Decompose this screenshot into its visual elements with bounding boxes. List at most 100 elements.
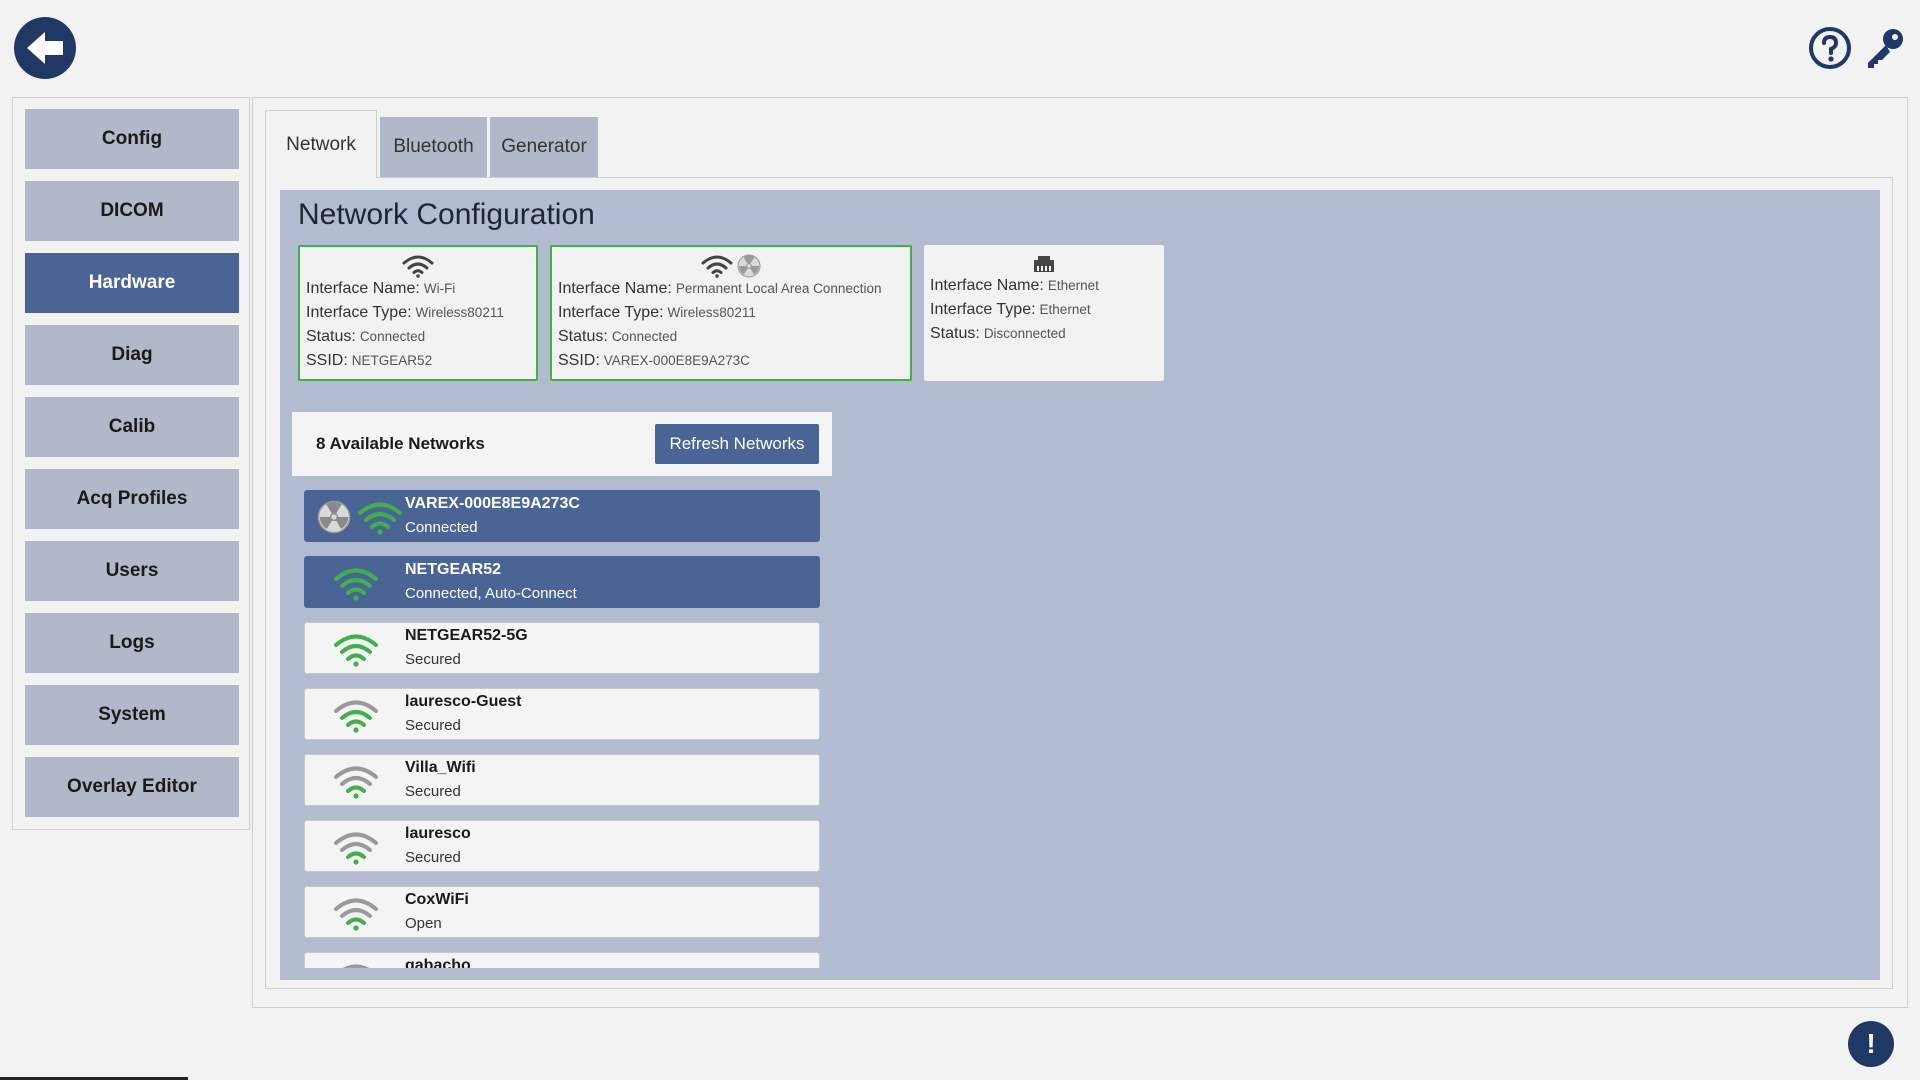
status-label: Status: [930, 325, 980, 342]
sidebar-item-system[interactable]: System [25, 685, 239, 745]
ssid-value: VAREX-000E8E9A273C [603, 353, 750, 368]
tab-label: Bluetooth [393, 136, 474, 157]
network-item[interactable]: Villa_Wifi Secured [304, 754, 820, 806]
status-label: Status: [558, 328, 608, 345]
interface-name-value: Ethernet [1047, 278, 1099, 293]
interface-type-label: Interface Type: [930, 301, 1036, 318]
sidebar-item-hardware[interactable]: Hardware [25, 253, 239, 313]
sidebar-item-label: Hardware [88, 272, 176, 293]
key-icon [1868, 29, 1903, 68]
sidebar-item-label: Acq Profiles [76, 488, 188, 509]
interface-name-label: Interface Name: [930, 277, 1044, 294]
wifi-signal-icon [334, 898, 378, 931]
network-item[interactable]: CoxWiFi Open [304, 886, 820, 938]
network-name: NETGEAR52 [405, 561, 502, 578]
interface-type-value: Wireless80211 [415, 305, 504, 320]
wifi-signal-icon [334, 700, 378, 733]
sidebar-item-label: Logs [109, 632, 155, 653]
ssid-label: SSID: [306, 352, 348, 369]
refresh-networks-button[interactable]: Refresh Networks [655, 424, 819, 464]
interface-card-ethernet: Interface Name: Ethernet Interface Type: E… [924, 245, 1164, 381]
interface-card-wifi: Interface Name: Wi-Fi Interface Type: Wire… [298, 245, 538, 381]
status-label: Status: [306, 328, 356, 345]
network-item[interactable]: NETGEAR52-5G Secured [304, 622, 820, 674]
help-button[interactable] [1808, 26, 1852, 70]
sidebar-item-label: Users [105, 560, 159, 581]
available-networks-count: 8 Available Networks [316, 434, 485, 453]
available-networks-header: 8 Available Networks Refresh Networks [292, 412, 832, 476]
back-button[interactable] [14, 17, 76, 79]
network-item[interactable]: VAREX-000E8E9A273C Connected [304, 490, 820, 542]
network-status: Secured [405, 849, 461, 866]
sidebar-item-diag[interactable]: Diag [25, 325, 239, 385]
interface-name-value: Permanent Local Area Connection [675, 281, 882, 296]
ssid-value: NETGEAR52 [351, 353, 433, 368]
network-name: gabacho [405, 957, 471, 968]
wifi-signal-icon [334, 634, 378, 667]
help-icon [1809, 27, 1851, 69]
wifi-signal-icon [358, 502, 402, 535]
sidebar-item-label: DICOM [100, 200, 164, 221]
interface-name-label: Interface Name: [306, 280, 420, 297]
interface-type-value: Wireless80211 [667, 305, 756, 320]
status-value: Connected [359, 329, 426, 344]
wifi-icon [701, 255, 733, 278]
sidebar-item-label: Overlay Editor [67, 776, 197, 797]
status-value: Connected [611, 329, 678, 344]
interface-card-permanent-lan: Interface Name: Permanent Local Area Conn… [550, 245, 912, 381]
network-name: lauresco-Guest [405, 693, 522, 710]
wifi-signal-icon [342, 964, 370, 968]
wifi-signal-icon [334, 766, 378, 799]
network-status: Secured [405, 651, 461, 668]
sidebar-item-calib[interactable]: Calib [25, 397, 239, 457]
network-name: NETGEAR52-5G [405, 627, 528, 644]
network-item[interactable]: NETGEAR52 Connected, Auto-Connect [304, 556, 820, 608]
interface-type-label: Interface Type: [558, 304, 664, 321]
wifi-icon [402, 255, 434, 278]
tab-bluetooth[interactable]: Bluetooth [380, 117, 487, 177]
alert-button[interactable]: ! [1848, 1021, 1894, 1067]
status-value: Disconnected [983, 326, 1066, 341]
network-item[interactable]: lauresco Secured [304, 820, 820, 872]
network-status: Connected [405, 519, 478, 536]
radiation-icon [317, 500, 351, 534]
interface-name-value: Wi-Fi [423, 281, 456, 296]
network-item[interactable]: lauresco-Guest Secured [304, 688, 820, 740]
network-status: Secured [405, 783, 461, 800]
sidebar-item-config[interactable]: Config [25, 109, 239, 169]
interface-type-label: Interface Type: [306, 304, 412, 321]
sidebar-item-acq-profiles[interactable]: Acq Profiles [25, 469, 239, 529]
sidebar-item-dicom[interactable]: DICOM [25, 181, 239, 241]
network-name: VAREX-000E8E9A273C [405, 495, 580, 512]
network-name: Villa_Wifi [405, 759, 476, 776]
tab-label: Network [286, 133, 356, 155]
network-list[interactable]: VAREX-000E8E9A273C Connected NETGEAR52 C… [304, 490, 820, 968]
ssid-label: SSID: [558, 352, 600, 369]
back-arrow-icon [27, 32, 63, 64]
wifi-signal-icon [334, 832, 378, 865]
network-item[interactable]: gabacho [304, 952, 820, 968]
radiation-icon [737, 254, 761, 278]
page-title: Network Configuration [298, 198, 595, 231]
wifi-signal-icon [334, 568, 378, 601]
network-name: CoxWiFi [405, 891, 469, 908]
sidebar-item-users[interactable]: Users [25, 541, 239, 601]
sidebar-item-logs[interactable]: Logs [25, 613, 239, 673]
network-status: Connected, Auto-Connect [405, 585, 577, 602]
tab-network[interactable]: Network [265, 110, 377, 178]
sidebar-item-label: Calib [108, 416, 156, 437]
alert-icon: ! [1866, 1028, 1876, 1059]
sidebar-item-label: Config [101, 128, 163, 149]
tab-generator[interactable]: Generator [490, 117, 598, 177]
sidebar-item-label: System [98, 704, 166, 725]
key-button[interactable] [1863, 26, 1907, 70]
network-status: Secured [405, 717, 461, 734]
interface-name-label: Interface Name: [558, 280, 672, 297]
tab-label: Generator [501, 136, 587, 157]
interface-type-value: Ethernet [1039, 302, 1091, 317]
network-status: Open [405, 915, 442, 932]
network-name: lauresco [405, 825, 471, 842]
ethernet-icon [1034, 256, 1054, 272]
sidebar-item-label: Diag [111, 344, 153, 365]
sidebar-item-overlay-editor[interactable]: Overlay Editor [25, 757, 239, 817]
